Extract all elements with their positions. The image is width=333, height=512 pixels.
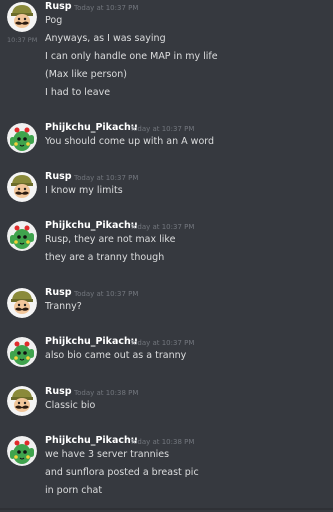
mustache-man-cap-avatar-icon[interactable] — [7, 172, 37, 202]
timestamp: Today at 10:38 PM — [74, 389, 139, 397]
username[interactable]: Rusp — [45, 171, 72, 183]
username[interactable]: Phijkchu_Pikachu — [45, 220, 138, 232]
timestamp: Today at 10:37 PM — [74, 290, 139, 298]
username[interactable]: Rusp — [45, 287, 72, 299]
message-text: in porn chat — [45, 485, 103, 496]
timestamp: Today at 10:37 PM — [130, 125, 195, 133]
username[interactable]: Phijkchu_Pikachu — [45, 435, 138, 447]
timestamp: Today at 10:38 PM — [130, 438, 195, 446]
green-cactus-pikachu-avatar-icon[interactable] — [7, 436, 37, 466]
message-text: Tranny? — [45, 301, 82, 312]
green-cactus-pikachu-avatar-icon[interactable] — [7, 123, 37, 153]
username[interactable]: Rusp — [45, 386, 72, 398]
mustache-man-cap-avatar-icon[interactable] — [7, 2, 37, 32]
divider — [0, 508, 333, 510]
hover-timestamp: 10:37 PM — [7, 36, 38, 44]
message-text: they are a tranny though — [45, 252, 165, 263]
message-text: Classic bio — [45, 400, 96, 411]
message-text: (Max like person) — [45, 69, 127, 80]
message-text: I know my limits — [45, 185, 123, 196]
message-text: You should come up with an A word — [45, 136, 215, 147]
message-text: I can only handle one MAP in my life — [45, 51, 218, 62]
message-text: also bio came out as a tranny — [45, 350, 187, 361]
username[interactable]: Phijkchu_Pikachu — [45, 122, 138, 134]
mustache-man-cap-avatar-icon[interactable] — [7, 288, 37, 318]
message-text: I had to leave — [45, 87, 111, 98]
message-text: Pog — [45, 15, 63, 26]
green-cactus-pikachu-avatar-icon[interactable] — [7, 337, 37, 367]
mustache-man-cap-avatar-icon[interactable] — [7, 386, 37, 416]
timestamp: Today at 10:37 PM — [130, 223, 195, 231]
message-text: Rusp, they are not max like — [45, 234, 176, 245]
username[interactable]: Rusp — [45, 1, 72, 13]
timestamp: Today at 10:37 PM — [74, 4, 139, 12]
username[interactable]: Phijkchu_Pikachu — [45, 336, 138, 348]
message-text: Anyways, as I was saying — [45, 33, 166, 44]
timestamp: Today at 10:37 PM — [74, 174, 139, 182]
message-text: we have 3 server trannies — [45, 449, 170, 460]
green-cactus-pikachu-avatar-icon[interactable] — [7, 221, 37, 251]
message-text: and sunflora posted a breast pic — [45, 467, 199, 478]
timestamp: Today at 10:37 PM — [130, 339, 195, 347]
